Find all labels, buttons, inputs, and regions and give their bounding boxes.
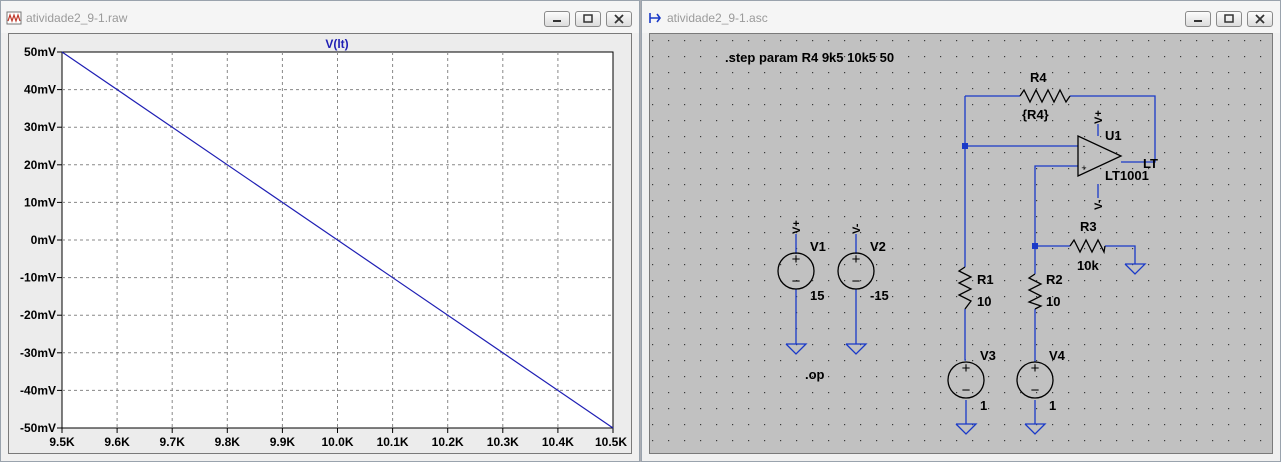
- maximize-button[interactable]: [575, 11, 601, 27]
- y-tick-label: -10mV: [20, 271, 56, 285]
- x-tick-label: 9.6K: [104, 435, 130, 449]
- close-button[interactable]: [1247, 11, 1273, 27]
- source-v2-minus-sign: −: [852, 273, 861, 290]
- plot-pane[interactable]: 50mV 40mV 30mV 20mV 10mV 0mV -10mV -20mV -30mV -4…: [8, 33, 632, 454]
- r4-name[interactable]: R4: [1030, 70, 1047, 85]
- y-tick-label: 50mV: [24, 45, 56, 59]
- source-v4-plus-sign: +: [1031, 360, 1040, 377]
- v1-net-label[interactable]: V+: [791, 220, 803, 234]
- r4-value[interactable]: {R4}: [1022, 107, 1049, 122]
- source-v1-minus-sign: −: [792, 273, 801, 290]
- plot-window[interactable]: atividade2_9-1.raw 50mV 40mV 30mV 20mV 10mV 0…: [0, 0, 640, 462]
- r2-name[interactable]: R2: [1046, 272, 1063, 287]
- y-tick-label: 30mV: [24, 120, 56, 134]
- maximize-icon: [583, 14, 593, 23]
- output-net-label[interactable]: LT: [1143, 156, 1158, 171]
- x-tick-label: 9.5K: [49, 435, 75, 449]
- x-tick-label: 10.2K: [432, 435, 464, 449]
- source-v3-minus-sign: −: [962, 382, 971, 399]
- r1-value[interactable]: 10: [977, 294, 991, 309]
- x-tick-label: 10.5K: [595, 435, 627, 449]
- v2-net-label[interactable]: V-: [851, 223, 863, 234]
- op-directive[interactable]: .op: [805, 367, 825, 382]
- y-tick-label: -40mV: [20, 383, 56, 397]
- schematic-app-icon: [649, 13, 661, 23]
- minimize-button[interactable]: [1185, 11, 1211, 27]
- u1-minus-pin: -: [1083, 141, 1086, 151]
- maximize-button[interactable]: [1216, 11, 1242, 27]
- r3-value[interactable]: 10k: [1077, 258, 1099, 273]
- y-tick-label: 10mV: [24, 195, 56, 209]
- x-tick-label: 9.9K: [270, 435, 296, 449]
- v2-value[interactable]: -15: [870, 288, 889, 303]
- x-tick-label: 10.0K: [321, 435, 353, 449]
- v3-value[interactable]: 1: [980, 398, 987, 413]
- waveform-plot[interactable]: 50mV 40mV 30mV 20mV 10mV 0mV -10mV -20mV -30mV -4…: [9, 34, 632, 454]
- v2-name[interactable]: V2: [870, 239, 886, 254]
- schematic-pane[interactable]: + − + − + − + − .step param R4 9k5 10k5 …: [649, 33, 1273, 454]
- close-icon: [614, 14, 624, 24]
- close-button[interactable]: [606, 11, 632, 27]
- source-v4-minus-sign: −: [1031, 382, 1040, 399]
- plot-titlebar[interactable]: atividade2_9-1.raw: [1, 1, 639, 33]
- step-directive[interactable]: .step param R4 9k5 10k5 50: [725, 50, 894, 65]
- v1-name[interactable]: V1: [810, 239, 826, 254]
- minimize-button[interactable]: [544, 11, 570, 27]
- junction-r2-r3: [1032, 243, 1038, 249]
- schematic-window[interactable]: atividade2_9-1.asc + − + − + − + − .step…: [641, 0, 1281, 462]
- x-tick-label: 9.7K: [160, 435, 186, 449]
- schematic-canvas[interactable]: + − + − + − + − .step param R4 9k5 10k5 …: [650, 34, 1273, 454]
- y-tick-label: 0mV: [31, 233, 56, 247]
- u1-vplus-label[interactable]: V+: [1093, 110, 1105, 124]
- junction-r4-left: [962, 143, 968, 149]
- close-icon: [1255, 14, 1265, 24]
- v4-value[interactable]: 1: [1049, 398, 1056, 413]
- source-v3-plus-sign: +: [962, 360, 971, 377]
- y-tick-label: -50mV: [20, 421, 56, 435]
- y-tick-label: -20mV: [20, 308, 56, 322]
- v3-name[interactable]: V3: [980, 348, 996, 363]
- u1-name[interactable]: U1: [1105, 128, 1122, 143]
- waveform-app-icon: [6, 11, 22, 25]
- x-tick-label: 10.3K: [487, 435, 519, 449]
- minimize-icon: [553, 20, 561, 22]
- minimize-icon: [1194, 20, 1202, 22]
- v1-value[interactable]: 15: [810, 288, 824, 303]
- x-tick-label: 10.1K: [377, 435, 409, 449]
- schematic-titlebar[interactable]: atividade2_9-1.asc: [642, 1, 1280, 33]
- r3-name[interactable]: R3: [1080, 219, 1097, 234]
- r2-value[interactable]: 10: [1046, 294, 1060, 309]
- u1-vminus-label[interactable]: V-: [1093, 199, 1105, 210]
- schematic-window-title: atividade2_9-1.asc: [667, 11, 768, 25]
- v4-name[interactable]: V4: [1049, 348, 1066, 363]
- trace-label[interactable]: V(lt): [325, 37, 348, 51]
- u1-plus-pin: +: [1081, 163, 1086, 173]
- plot-window-title: atividade2_9-1.raw: [26, 11, 128, 25]
- r1-name[interactable]: R1: [977, 272, 994, 287]
- source-v1-plus-sign: +: [792, 251, 801, 268]
- y-tick-label: 40mV: [24, 83, 56, 97]
- source-v2-plus-sign: +: [852, 251, 861, 268]
- x-tick-label: 9.8K: [215, 435, 241, 449]
- maximize-icon: [1224, 14, 1234, 23]
- y-tick-label: 20mV: [24, 158, 56, 172]
- y-tick-label: -30mV: [20, 346, 56, 360]
- x-tick-label: 10.4K: [542, 435, 574, 449]
